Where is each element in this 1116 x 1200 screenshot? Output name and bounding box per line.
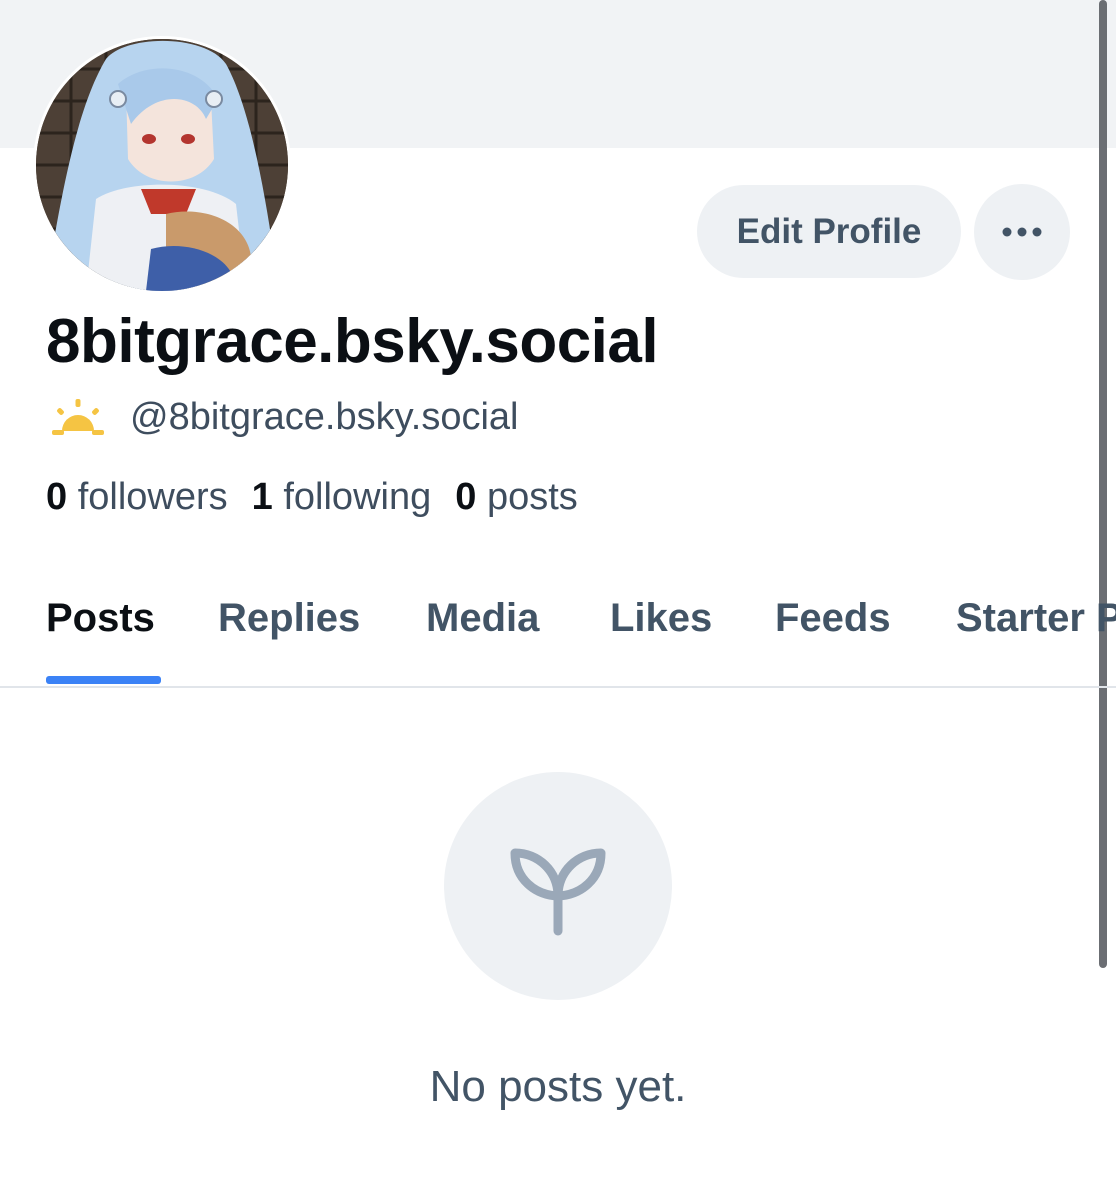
empty-state-message: No posts yet.: [429, 1062, 687, 1111]
scrollbar[interactable]: [1099, 0, 1107, 968]
handle: @8bitgrace.bsky.social: [130, 395, 519, 438]
following-count: 1: [251, 475, 273, 518]
followers-stat[interactable]: 0 followers: [46, 476, 228, 519]
empty-state-icon-circle: [444, 772, 672, 1000]
followers-label: followers: [77, 475, 228, 518]
posts-label: posts: [486, 475, 578, 518]
following-label: following: [283, 475, 432, 518]
following-stat[interactable]: 1 following: [252, 476, 432, 519]
ellipsis-icon: [1002, 227, 1042, 237]
profile-tabs: Posts Replies Media Likes Feeds Starter …: [0, 580, 1116, 688]
posts-count: 0: [455, 475, 477, 518]
avatar[interactable]: [33, 36, 291, 294]
followers-count: 0: [46, 475, 68, 518]
profile-stats: 0 followers 1 following 0 posts: [46, 470, 602, 524]
tab-starter-packs[interactable]: Starter Packs: [956, 596, 1116, 641]
handle-row: @8bitgrace.bsky.social: [46, 392, 518, 442]
tab-replies[interactable]: Replies: [218, 596, 360, 641]
posts-stat: 0 posts: [455, 476, 578, 519]
tab-feeds[interactable]: Feeds: [775, 596, 891, 641]
edit-profile-button[interactable]: Edit Profile: [697, 185, 961, 278]
more-options-button[interactable]: [974, 184, 1070, 280]
tab-posts[interactable]: Posts: [46, 596, 155, 641]
display-name: 8bitgrace.bsky.social: [46, 307, 659, 376]
seedling-icon: [510, 848, 606, 936]
tab-likes[interactable]: Likes: [610, 596, 712, 641]
tab-media[interactable]: Media: [426, 596, 539, 641]
active-tab-indicator: [46, 676, 161, 684]
sunrise-icon: [52, 399, 104, 435]
